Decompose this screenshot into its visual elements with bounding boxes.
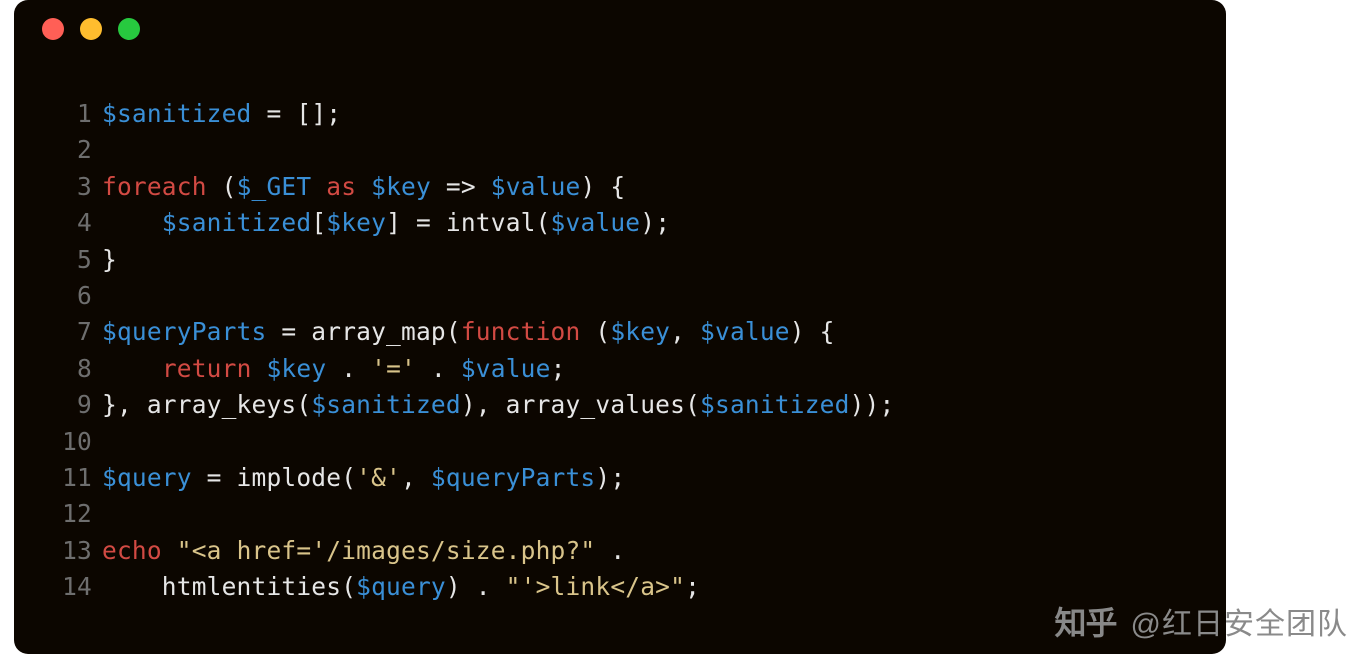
code-content: }, array_keys($sanitized), array_values(… [102, 387, 1226, 423]
code-editor: 1$sanitized = [];23foreach ($_GET as $ke… [14, 58, 1226, 606]
code-line: 5} [14, 242, 1226, 278]
code-content: $sanitized[$key] = intval($value); [102, 205, 1226, 241]
code-content: return $key . '=' . $value; [102, 351, 1226, 387]
line-number: 10 [14, 424, 102, 460]
line-number: 8 [14, 351, 102, 387]
watermark-text: @红日安全团队 [1131, 599, 1348, 643]
line-number: 5 [14, 242, 102, 278]
code-line: 2 [14, 132, 1226, 168]
code-line: 1$sanitized = []; [14, 96, 1226, 132]
code-content [102, 278, 1226, 314]
code-line: 7$queryParts = array_map(function ($key,… [14, 314, 1226, 350]
code-content: $queryParts = array_map(function ($key, … [102, 314, 1226, 350]
line-number: 6 [14, 278, 102, 314]
code-content [102, 132, 1226, 168]
minimize-icon[interactable] [80, 18, 102, 40]
line-number: 13 [14, 533, 102, 569]
line-number: 3 [14, 169, 102, 205]
window-titlebar [14, 0, 1226, 58]
code-line: 9}, array_keys($sanitized), array_values… [14, 387, 1226, 423]
code-line: 3foreach ($_GET as $key => $value) { [14, 169, 1226, 205]
code-content: $sanitized = []; [102, 96, 1226, 132]
code-line: 6 [14, 278, 1226, 314]
line-number: 14 [14, 569, 102, 605]
code-line: 13echo "<a href='/images/size.php?" . [14, 533, 1226, 569]
code-content: } [102, 242, 1226, 278]
line-number: 7 [14, 314, 102, 350]
line-number: 1 [14, 96, 102, 132]
code-content: $query = implode('&', $queryParts); [102, 460, 1226, 496]
code-content: echo "<a href='/images/size.php?" . [102, 533, 1226, 569]
code-line: 12 [14, 496, 1226, 532]
code-content [102, 424, 1226, 460]
line-number: 4 [14, 205, 102, 241]
code-line: 14 htmlentities($query) . "'>link</a>"; [14, 569, 1226, 605]
code-line: 8 return $key . '=' . $value; [14, 351, 1226, 387]
line-number: 11 [14, 460, 102, 496]
zhihu-logo-icon: 知乎 [1055, 598, 1117, 644]
line-number: 12 [14, 496, 102, 532]
line-number: 9 [14, 387, 102, 423]
watermark: 知乎 @红日安全团队 [1055, 598, 1348, 644]
code-window: 1$sanitized = [];23foreach ($_GET as $ke… [14, 0, 1226, 654]
code-line: 11$query = implode('&', $queryParts); [14, 460, 1226, 496]
zoom-icon[interactable] [118, 18, 140, 40]
code-line: 10 [14, 424, 1226, 460]
code-line: 4 $sanitized[$key] = intval($value); [14, 205, 1226, 241]
code-content: foreach ($_GET as $key => $value) { [102, 169, 1226, 205]
close-icon[interactable] [42, 18, 64, 40]
code-content [102, 496, 1226, 532]
line-number: 2 [14, 132, 102, 168]
